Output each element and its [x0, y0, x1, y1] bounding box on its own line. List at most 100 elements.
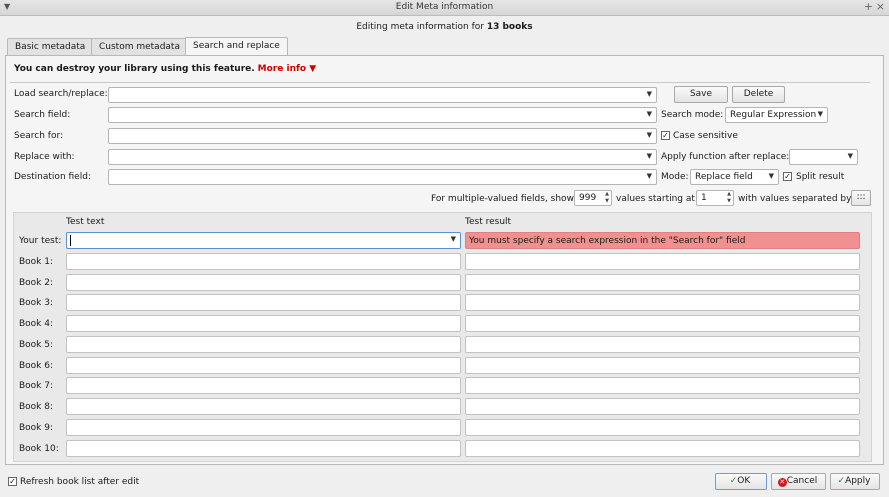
test-text-header: Test text [66, 217, 105, 227]
book-test-result-field [465, 440, 860, 457]
warning-message: You can destroy your library using this … [14, 64, 316, 74]
book-row-label: Book 9: [19, 423, 54, 433]
chevron-down-icon: ▼ [768, 172, 774, 180]
search-mode-combo[interactable]: Regular Expression ▼ [725, 107, 828, 123]
window-titlebar: ▼ Edit Meta information + × [0, 0, 889, 16]
cancel-icon: ✕ [777, 478, 787, 487]
load-search-label: Load search/replace: [14, 89, 108, 99]
book-test-result-field [465, 294, 860, 311]
mode-combo[interactable]: Replace field ▼ [690, 169, 779, 185]
your-test-label: Your test: [19, 236, 62, 246]
save-button[interactable]: Save [674, 86, 728, 103]
destination-field-label: Destination field: [14, 172, 91, 182]
pin-icon[interactable]: + [864, 0, 873, 13]
book-test-text-field[interactable] [66, 440, 461, 457]
apply-function-combo[interactable]: ▼ [789, 149, 858, 165]
mode-label: Mode: [661, 172, 689, 182]
chevron-down-icon: ▼ [646, 110, 652, 118]
replace-with-combo[interactable]: ▼ [108, 149, 657, 165]
more-info-link[interactable]: More info ▼ [258, 64, 316, 74]
ok-button[interactable]: ✓OK [715, 473, 767, 490]
book-test-result-field [465, 398, 860, 415]
refresh-book-list-label: Refresh book list after edit [20, 477, 140, 487]
close-icon[interactable]: × [876, 0, 885, 13]
book-test-text-field[interactable] [66, 377, 461, 394]
spin-arrows-icon[interactable]: ▲ ▼ [727, 191, 731, 205]
split-result-checkbox[interactable]: ✓ [783, 172, 792, 181]
subtitle-count: 13 books [486, 22, 533, 32]
chevron-down-icon: ▼ [646, 152, 652, 160]
book-row-label: Book 4: [19, 319, 54, 329]
multi-count-spinbox[interactable]: 999 ▲ ▼ [574, 190, 612, 206]
search-for-label: Search for: [14, 131, 64, 141]
multi-start-value: 1 [701, 193, 707, 203]
separator [10, 82, 870, 83]
spin-arrows-icon[interactable]: ▲ ▼ [605, 191, 609, 205]
test-result-error: You must specify a search expression in … [465, 232, 860, 249]
book-test-result-field [465, 315, 860, 332]
book-test-result-field [465, 377, 860, 394]
chevron-down-icon: ▼ [847, 152, 853, 160]
apply-label: Apply [845, 476, 871, 486]
apply-button[interactable]: ✓Apply [830, 473, 880, 490]
dialog-subtitle: Editing meta information for 13 books [0, 22, 889, 32]
book-test-text-field[interactable] [66, 398, 461, 415]
delete-button[interactable]: Delete [732, 86, 785, 103]
multi-prefix-label: For multiple-valued fields, show [431, 194, 574, 204]
book-test-result-field [465, 357, 860, 374]
tab-search-and-replace[interactable]: Search and replace [185, 37, 288, 56]
book-test-text-field[interactable] [66, 357, 461, 374]
book-row-label: Book 7: [19, 381, 54, 391]
book-test-text-field[interactable] [66, 315, 461, 332]
cancel-button[interactable]: ✕ Cancel [771, 473, 826, 490]
book-test-result-field [465, 274, 860, 291]
book-row-label: Book 5: [19, 340, 54, 350]
apply-function-label: Apply function after replace: [661, 152, 790, 162]
split-result-label: Split result [796, 172, 845, 182]
chevron-down-icon: ▼ [646, 90, 652, 98]
refresh-book-list-checkbox[interactable]: ✓ [8, 477, 17, 486]
case-sensitive-checkbox[interactable]: ✓ [661, 131, 670, 140]
book-row-label: Book 1: [19, 257, 54, 267]
subtitle-prefix: Editing meta information for [356, 22, 487, 32]
multi-start-spinbox[interactable]: 1 ▲ ▼ [696, 190, 734, 206]
search-mode-label: Search mode: [661, 110, 724, 120]
search-mode-value: Regular Expression [730, 110, 817, 120]
separator-button[interactable]: ::: [851, 190, 871, 206]
ok-label: OK [737, 476, 751, 486]
search-for-combo[interactable]: ▼ [108, 128, 657, 144]
book-row-label: Book 6: [19, 361, 54, 371]
your-test-input[interactable]: ▼ [66, 232, 461, 249]
book-test-text-field[interactable] [66, 253, 461, 270]
chevron-down-icon: ▼ [450, 235, 456, 243]
multi-middle-label: values starting at [616, 194, 695, 204]
destination-field-combo[interactable]: ▼ [108, 169, 657, 185]
case-sensitive-label: Case sensitive [673, 131, 738, 141]
cancel-label: Cancel [786, 476, 818, 486]
book-test-result-field [465, 419, 860, 436]
multi-count-value: 999 [579, 193, 597, 203]
search-field-combo[interactable]: ▼ [108, 107, 657, 123]
load-search-combo[interactable]: ▼ [108, 87, 657, 103]
book-test-text-field[interactable] [66, 419, 461, 436]
tab-basic-metadata[interactable]: Basic metadata [7, 38, 94, 55]
book-row-label: Book 3: [19, 298, 54, 308]
warning-text: You can destroy your library using this … [14, 64, 255, 74]
book-row-label: Book 10: [19, 444, 59, 454]
search-field-label: Search field: [14, 110, 71, 120]
chevron-down-icon: ▼ [646, 172, 652, 180]
checkmark-icon: ✓ [837, 476, 846, 486]
book-test-text-field[interactable] [66, 274, 461, 291]
mode-value: Replace field [695, 172, 753, 182]
replace-with-label: Replace with: [14, 152, 75, 162]
chevron-down-icon: ▼ [646, 131, 652, 139]
tab-custom-metadata[interactable]: Custom metadata [91, 38, 188, 55]
book-row-label: Book 8: [19, 402, 54, 412]
book-row-label: Book 2: [19, 278, 54, 288]
book-test-result-field [465, 336, 860, 353]
chevron-down-icon: ▼ [817, 110, 823, 118]
book-test-result-field [465, 253, 860, 270]
multi-suffix-label: with values separated by [738, 194, 852, 204]
book-test-text-field[interactable] [66, 294, 461, 311]
book-test-text-field[interactable] [66, 336, 461, 353]
